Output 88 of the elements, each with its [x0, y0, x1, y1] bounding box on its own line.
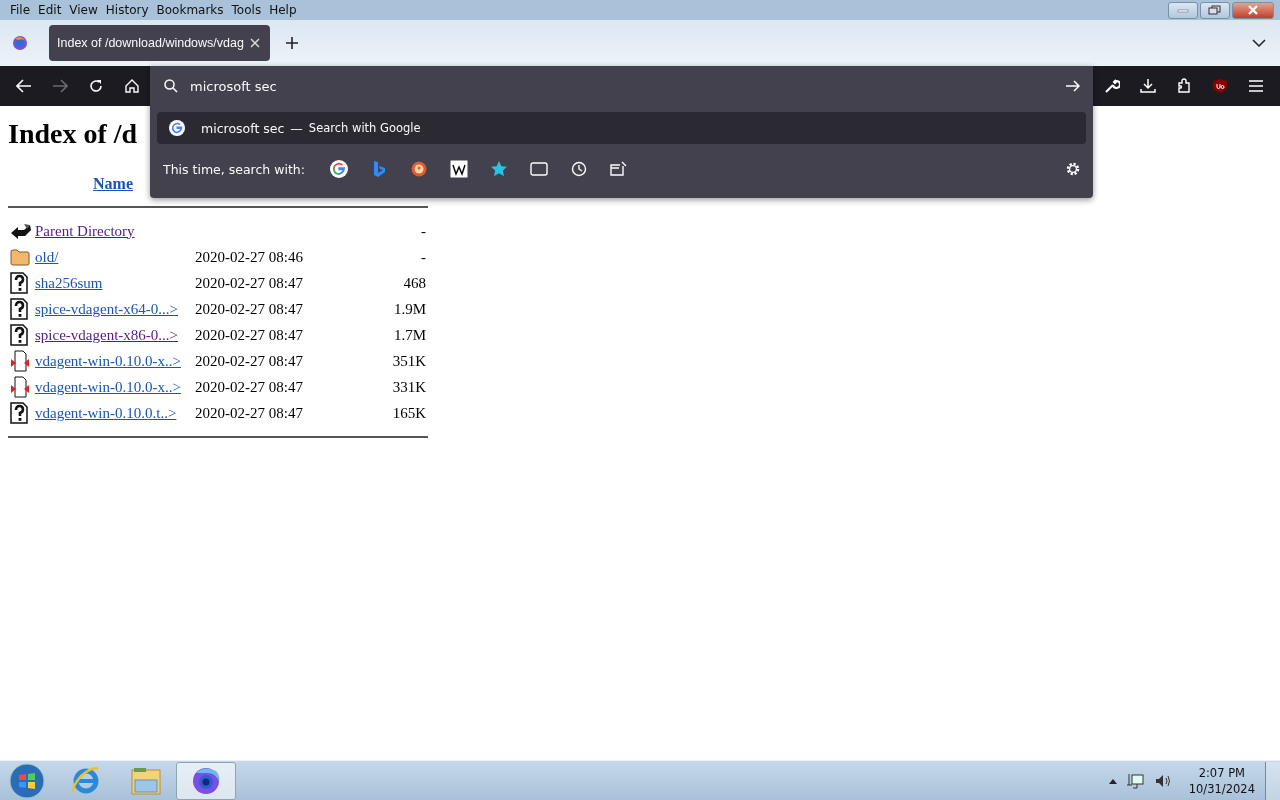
modified-date: 2020-02-27 08:47: [195, 352, 303, 369]
go-arrow-icon[interactable]: [1065, 79, 1081, 93]
folder-icon: [130, 765, 162, 796]
clock-time[interactable]: 2:07 PM: [1198, 764, 1245, 781]
file-link[interactable]: sha256sum: [35, 274, 103, 291]
file-link[interactable]: vdagent-win-0.10.0-x..>: [35, 378, 181, 395]
modified-date: 2020-02-27 08:47: [195, 404, 303, 421]
google-icon: [329, 160, 348, 178]
suggestion-action: Search with Google: [308, 121, 421, 135]
modified-date: 2020-02-27 08:47: [195, 300, 303, 317]
modified-date: 2020-02-27 08:46: [195, 248, 303, 265]
unknown-file-icon: [10, 324, 28, 346]
separator-dash: —: [290, 120, 303, 136]
clock-icon: [570, 161, 587, 177]
caret-up-icon[interactable]: [1108, 777, 1117, 784]
back-arrow-icon: [10, 221, 32, 241]
file-size: 165K: [392, 404, 426, 421]
page-heading: Index of /d: [8, 118, 138, 150]
address-input[interactable]: microsoft sec: [188, 77, 1055, 95]
menu-item[interactable]: Help: [265, 3, 301, 17]
search-icon: [164, 79, 178, 93]
tab-icon: [529, 162, 548, 176]
menu-item[interactable]: History: [101, 3, 153, 17]
file-link[interactable]: spice-vdagent-x64-0...>: [35, 300, 178, 317]
wikipedia-icon: [449, 160, 468, 178]
folder-icon: [10, 248, 30, 266]
file-size: 1.9M: [393, 300, 426, 317]
star-icon: [489, 160, 508, 178]
arrow-right-icon: [52, 79, 68, 93]
file-size: 468: [403, 274, 426, 291]
modified-date: 2020-02-27 08:47: [195, 274, 303, 291]
network-icon[interactable]: [1126, 772, 1145, 789]
new-tab-icon[interactable]: [284, 36, 299, 50]
file-size: -: [421, 248, 426, 265]
wrench-icon: [1104, 78, 1120, 94]
unknown-file-icon: [10, 272, 28, 294]
file-size: 331K: [392, 378, 426, 395]
binary-file-icon: [10, 350, 30, 372]
file-size: 351K: [392, 352, 426, 369]
clock-date[interactable]: 10/31/2024: [1188, 780, 1255, 797]
address-field[interactable]: microsoft sec: [150, 66, 1093, 106]
close-icon: [1247, 5, 1259, 15]
file-link[interactable]: vdagent-win-0.10.0-x..>: [35, 352, 181, 369]
firefox-icon[interactable]: [12, 35, 28, 51]
menu-item[interactable]: View: [65, 3, 102, 17]
file-size: -: [421, 222, 426, 239]
reload-icon: [88, 78, 104, 94]
menu-item[interactable]: Bookmarks: [152, 3, 228, 17]
chevron-down-icon[interactable]: [1252, 39, 1266, 47]
unknown-file-icon: [10, 298, 28, 320]
download-icon: [1140, 78, 1156, 94]
home-icon: [124, 78, 140, 94]
show-desktop-button[interactable]: [1265, 761, 1280, 800]
puzzle-icon: [1176, 78, 1192, 94]
suggestion-row[interactable]: microsoft sec — Search with Google: [157, 112, 1086, 144]
binary-file-icon: [10, 376, 30, 398]
duck-icon: [410, 161, 427, 177]
search-with-label: This time, search with:: [163, 161, 305, 177]
suggestion-query: microsoft sec: [201, 120, 285, 136]
bing-icon: [371, 160, 386, 178]
settings-icon[interactable]: [1065, 161, 1081, 177]
file-link[interactable]: old/: [35, 248, 59, 265]
minimize-button[interactable]: [1168, 1, 1198, 19]
file-link[interactable]: Parent Directory: [35, 222, 135, 239]
browser-e-icon: [71, 765, 101, 796]
menu-item[interactable]: File: [6, 3, 35, 17]
modified-date: 2020-02-27 08:47: [195, 378, 303, 395]
google-icon: [169, 120, 185, 136]
restore-icon: [1208, 5, 1222, 15]
shield-icon: [1212, 78, 1228, 94]
menu-icon: [1248, 79, 1264, 93]
restore-button[interactable]: [1200, 1, 1230, 19]
file-link[interactable]: vdagent-win-0.10.0.t..>: [35, 404, 177, 421]
unknown-file-icon: [10, 402, 28, 424]
file-link[interactable]: spice-vdagent-x86-0...>: [35, 326, 178, 343]
start-button[interactable]: [8, 761, 46, 800]
firefox-taskbar-button[interactable]: [176, 761, 236, 800]
column-header[interactable]: Name: [93, 175, 133, 192]
arrow-left-icon: [16, 79, 32, 93]
close-icon[interactable]: [249, 38, 260, 48]
menu-item[interactable]: Tools: [227, 3, 266, 17]
browser-tab[interactable]: Index of /download/windows/vdag: [49, 25, 270, 61]
minimize-icon: [1176, 6, 1190, 14]
close-button[interactable]: [1232, 1, 1274, 19]
menu-item[interactable]: Edit: [34, 3, 66, 17]
modified-date: 2020-02-27 08:47: [195, 326, 303, 343]
file-size: 1.7M: [393, 326, 426, 343]
actions-icon: [609, 161, 628, 177]
